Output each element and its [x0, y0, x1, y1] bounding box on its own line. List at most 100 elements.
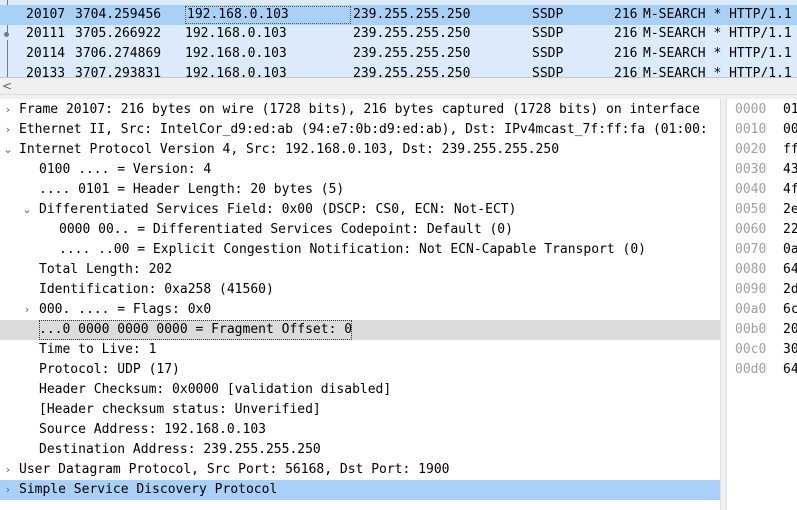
byte-offset: 0070	[735, 242, 767, 257]
byte-hex: 00	[783, 122, 797, 137]
tree-row-label: 0000 00.. = Differentiated Services Code…	[59, 222, 513, 237]
byte-offset: 00d0	[735, 362, 767, 377]
collapse-arrow-icon[interactable]: ›	[3, 100, 13, 120]
tree-row[interactable]: Header Checksum: 0x0000 [validation disa…	[0, 380, 720, 400]
tree-row[interactable]: Source Address: 192.168.0.103	[0, 420, 720, 440]
packet-length: 216	[614, 66, 638, 78]
packet-length: 216	[614, 46, 638, 61]
byte-offset: 0050	[735, 202, 767, 217]
tree-row-label: Internet Protocol Version 4, Src: 192.16…	[19, 142, 560, 157]
tree-row[interactable]: Time to Live: 1	[0, 340, 720, 360]
byte-hex: 64	[783, 262, 797, 277]
packet-row[interactable]: 20133 3707.293831 192.168.0.103 239.255.…	[0, 64, 797, 78]
collapse-arrow-icon[interactable]: ›	[3, 120, 13, 140]
tree-row-label: Time to Live: 1	[39, 342, 157, 357]
tree-row-label: Ethernet II, Src: IntelCor_d9:ed:ab (94:…	[19, 122, 708, 137]
tree-row-label: Differentiated Services Field: 0x00 (DSC…	[39, 202, 517, 217]
collapse-arrow-icon[interactable]: ›	[3, 480, 13, 500]
tree-row[interactable]: › Frame 20107: 216 bytes on wire (1728 bi…	[0, 100, 720, 120]
packet-row[interactable]: 20111 3705.266922 192.168.0.103 239.255.…	[0, 24, 797, 44]
byte-hex: ff	[783, 142, 797, 157]
packet-source: 192.168.0.103	[185, 46, 287, 61]
byte-offset: 00a0	[735, 302, 767, 317]
packet-no: 20111	[26, 26, 66, 41]
tree-row[interactable]: .... 0101 = Header Length: 20 bytes (5)	[0, 180, 720, 200]
tree-row-label: .... 0101 = Header Length: 20 bytes (5)	[39, 182, 345, 197]
tree-row[interactable]: Destination Address: 239.255.255.250	[0, 440, 720, 460]
packet-time: 3706.274869	[75, 46, 162, 61]
byte-hex: 43	[783, 162, 797, 177]
tree-row[interactable]: ...0 0000 0000 0000 = Fragment Offset: 0	[0, 320, 720, 340]
packet-length: 216	[614, 7, 638, 22]
tree-row[interactable]: 0100 .... = Version: 4	[0, 160, 720, 180]
byte-offset: 0060	[735, 222, 767, 237]
packet-time: 3704.259456	[75, 7, 162, 22]
details-bytes-splitter[interactable]	[720, 99, 727, 510]
tree-row-label: Destination Address: 239.255.255.250	[39, 442, 321, 457]
tree-row-label: .... ..00 = Explicit Congestion Notifica…	[59, 242, 646, 257]
tree-row-label: Frame 20107: 216 bytes on wire (1728 bit…	[19, 102, 700, 117]
tree-row[interactable]: › Simple Service Discovery Protocol	[0, 480, 720, 500]
byte-offset: 0010	[735, 122, 767, 137]
packet-time: 3705.266922	[75, 26, 162, 41]
tree-row-label: Total Length: 202	[39, 262, 173, 277]
tree-row[interactable]: Total Length: 202	[0, 260, 720, 280]
tree-row-label: 0100 .... = Version: 4	[39, 162, 212, 177]
packet-no: 20133	[26, 66, 66, 78]
tree-row[interactable]: 0000 00.. = Differentiated Services Code…	[0, 220, 720, 240]
byte-hex: 6c	[783, 302, 797, 317]
packet-protocol: SSDP	[532, 66, 564, 78]
packet-source: 192.168.0.103	[185, 66, 287, 78]
packet-info: M-SEARCH * HTTP/1.1	[643, 66, 792, 78]
packet-no: 20107	[26, 7, 66, 22]
tree-row[interactable]: Identification: 0xa258 (41560)	[0, 280, 720, 300]
byte-hex: 2d	[783, 282, 797, 297]
packet-source: 192.168.0.103	[185, 6, 351, 24]
byte-hex: 20	[783, 322, 797, 337]
tree-row-label: Source Address: 192.168.0.103	[39, 422, 266, 437]
packet-protocol: SSDP	[532, 7, 564, 22]
tree-row[interactable]: ⌄ Internet Protocol Version 4, Src: 192.1…	[0, 140, 720, 160]
packet-source: 192.168.0.103	[185, 26, 287, 41]
packet-info: M-SEARCH * HTTP/1.1	[643, 7, 792, 22]
packet-destination: 239.255.255.250	[353, 66, 471, 78]
byte-hex: 0a	[783, 242, 797, 257]
byte-hex: 64	[783, 362, 797, 377]
byte-hex: 01	[783, 102, 797, 117]
tree-row[interactable]: [Header checksum status: Unverified]	[0, 400, 720, 420]
scroll-left-icon[interactable]: <	[2, 78, 12, 95]
byte-offset: 0030	[735, 162, 767, 177]
byte-hex: 30	[783, 342, 797, 357]
byte-hex: 22	[783, 222, 797, 237]
tree-row-label: [Header checksum status: Unverified]	[39, 402, 321, 417]
tree-row[interactable]: .... ..00 = Explicit Congestion Notifica…	[0, 240, 720, 260]
tree-row-label: Header Checksum: 0x0000 [validation disa…	[39, 382, 392, 397]
packet-time: 3707.293831	[75, 66, 162, 78]
packet-list[interactable]: 20107 3704.259456 192.168.0.103 239.255.…	[0, 0, 797, 78]
packet-row[interactable]: 20107 3704.259456 192.168.0.103 239.255.…	[0, 5, 797, 25]
packet-row[interactable]: 20114 3706.274869 192.168.0.103 239.255.…	[0, 44, 797, 64]
collapse-arrow-icon[interactable]: ›	[3, 460, 13, 480]
tree-row[interactable]: › User Datagram Protocol, Src Port: 56168…	[0, 460, 720, 480]
collapse-arrow-icon[interactable]: ›	[22, 300, 32, 320]
packet-details-tree[interactable]: › Frame 20107: 216 bytes on wire (1728 bi…	[0, 99, 720, 510]
expand-arrow-icon[interactable]: ⌄	[22, 200, 32, 220]
tree-row[interactable]: › Ethernet II, Src: IntelCor_d9:ed:ab (94…	[0, 120, 720, 140]
packet-list-hscrollbar[interactable]: <	[0, 78, 797, 95]
packet-info: M-SEARCH * HTTP/1.1	[643, 46, 792, 61]
byte-offset: 0090	[735, 282, 767, 297]
tree-row[interactable]: › 000. .... = Flags: 0x0	[0, 300, 720, 320]
byte-offset: 0000	[735, 102, 767, 117]
tree-row-label: Simple Service Discovery Protocol	[19, 482, 278, 497]
byte-offset: 00b0	[735, 322, 767, 337]
tree-row[interactable]: Protocol: UDP (17)	[0, 360, 720, 380]
tree-row-label: Protocol: UDP (17)	[39, 362, 180, 377]
packet-length: 216	[614, 26, 638, 41]
tree-row[interactable]: ⌄ Differentiated Services Field: 0x00 (DS…	[0, 200, 720, 220]
packet-no: 20114	[26, 46, 66, 61]
packet-bytes-pane[interactable]: 0000 01 0010 00 0020 ff 0030 43 0040 4f 0050 2e 0060…	[727, 99, 797, 510]
packet-protocol: SSDP	[532, 46, 564, 61]
expand-arrow-icon[interactable]: ⌄	[3, 140, 13, 160]
packet-protocol: SSDP	[532, 26, 564, 41]
byte-offset: 0020	[735, 142, 767, 157]
